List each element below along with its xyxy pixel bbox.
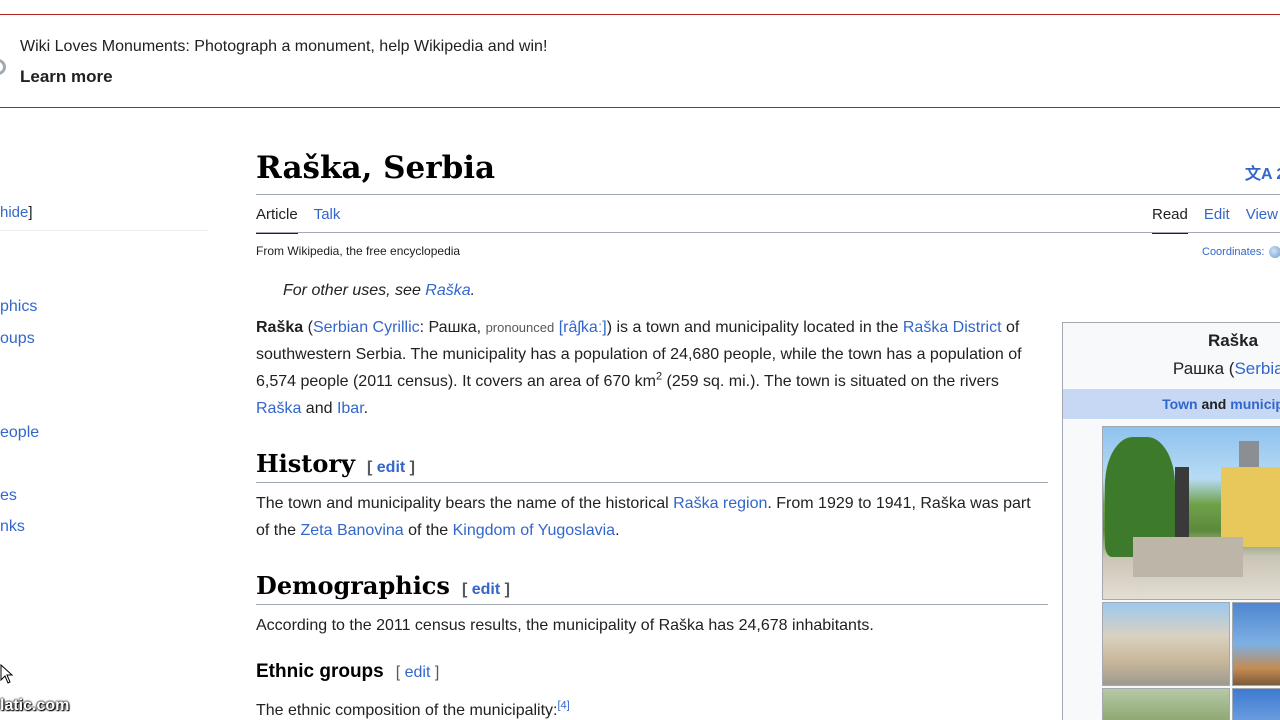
toc-item-demographics[interactable]: phics bbox=[0, 298, 37, 316]
learn-more-link[interactable]: Learn more bbox=[20, 67, 113, 87]
raska-district-link[interactable]: Raška District bbox=[903, 319, 1002, 336]
globe-icon[interactable] bbox=[1269, 246, 1280, 259]
photo-monument-base bbox=[1133, 537, 1243, 577]
infobox-photo-lamp[interactable] bbox=[1232, 602, 1280, 686]
reference-4-link[interactable]: [4] bbox=[557, 700, 569, 712]
languages-count: 2 bbox=[1276, 166, 1280, 183]
infobox-native-name: Рашка (Serbian bbox=[1063, 359, 1280, 379]
history-title: History bbox=[256, 449, 355, 478]
lead-and: and bbox=[301, 400, 337, 417]
history-paragraph: The town and municipality bears the name… bbox=[256, 490, 1046, 544]
demographics-title: Demographics bbox=[256, 571, 450, 600]
view-tabs: Read Edit View bbox=[1152, 206, 1280, 234]
pronounced-label: pronounced bbox=[485, 320, 555, 335]
history-text-1: The town and municipality bears the name… bbox=[256, 495, 674, 512]
lead-end: . bbox=[363, 400, 369, 417]
infobox-photo-river[interactable] bbox=[1102, 688, 1230, 720]
serbian-cyrillic-link[interactable]: Serbian Cyrillic bbox=[313, 319, 420, 336]
infobox-title: Raška bbox=[1207, 331, 1259, 350]
hatnote-link[interactable]: Raška bbox=[425, 282, 470, 299]
demographics-editsection: [ edit ] bbox=[461, 581, 510, 598]
zeta-banovina-link[interactable]: Zeta Banovina bbox=[300, 522, 403, 539]
infobox-serbian-link[interactable]: Serbian bbox=[1234, 359, 1280, 378]
tab-talk[interactable]: Talk bbox=[314, 206, 341, 232]
history-text-3: of the bbox=[403, 522, 453, 539]
site-notice-banner: Wiki Loves Monuments: Photograph a monum… bbox=[0, 14, 1280, 108]
infobox-subheader: Town and municip bbox=[1063, 389, 1280, 419]
toc-item-people[interactable]: eople bbox=[0, 424, 39, 442]
history-edit-link[interactable]: edit bbox=[377, 459, 405, 476]
history-text-4: . bbox=[615, 522, 620, 539]
ethnic-text: The ethnic composition of the municipali… bbox=[256, 702, 558, 719]
banner-message: Wiki Loves Monuments: Photograph a monum… bbox=[20, 38, 548, 55]
toc-bracket: ] bbox=[28, 204, 33, 221]
heading-history: History [ edit ] bbox=[256, 449, 1048, 483]
banner-icon bbox=[0, 59, 6, 75]
lead-bold-name: Raška bbox=[256, 319, 304, 336]
lead-text-1: ) is a town and municipality located in … bbox=[606, 319, 903, 336]
photo-church bbox=[1221, 467, 1280, 547]
history-editsection: [ edit ] bbox=[367, 459, 416, 476]
toc-divider bbox=[0, 230, 208, 231]
namespace-tabs: Article Talk bbox=[256, 206, 356, 234]
tab-edit[interactable]: Edit bbox=[1204, 206, 1230, 232]
page-title: Raška, Serbia bbox=[256, 150, 496, 186]
raska-river-link[interactable]: Raška bbox=[256, 400, 301, 417]
hatnote: For other uses, see Raška. bbox=[283, 282, 475, 300]
language-button[interactable]: 文A 2 bbox=[1245, 160, 1280, 184]
coordinates-label: Coordinates: bbox=[1202, 246, 1265, 258]
ethnic-paragraph: The ethnic composition of the municipali… bbox=[256, 697, 1046, 720]
hatnote-end: . bbox=[470, 282, 476, 299]
kingdom-yugoslavia-link[interactable]: Kingdom of Yugoslavia bbox=[453, 522, 615, 539]
watermark: latic.com bbox=[0, 697, 70, 714]
toc-item-external-links[interactable]: nks bbox=[0, 518, 25, 536]
demographics-paragraph: According to the 2011 census results, th… bbox=[256, 617, 874, 634]
tab-article[interactable]: Article bbox=[256, 206, 298, 234]
tab-read[interactable]: Read bbox=[1152, 206, 1188, 234]
toc-hide-link[interactable]: hide bbox=[0, 204, 28, 221]
ethnic-edit-link[interactable]: edit bbox=[405, 664, 431, 681]
cyrillic-name: Рашка, bbox=[428, 319, 482, 336]
ipa-link[interactable]: [râʃkaː] bbox=[559, 319, 607, 336]
infobox-main-photo[interactable] bbox=[1102, 426, 1280, 600]
heading-ethnic-groups: Ethnic groups [ edit ] bbox=[256, 661, 439, 683]
translate-icon: 文A bbox=[1245, 166, 1272, 183]
ethnic-editsection: [ edit ] bbox=[395, 664, 440, 681]
infobox-photo-street[interactable] bbox=[1102, 602, 1230, 686]
toc-item-references[interactable]: es bbox=[0, 487, 17, 505]
lead-text-3: (259 sq. mi.). The town is situated on t… bbox=[662, 373, 999, 390]
infobox-municipality-link[interactable]: municip bbox=[1230, 396, 1280, 412]
mouse-cursor-icon bbox=[0, 664, 14, 684]
infobox-town-link[interactable]: Town bbox=[1162, 396, 1198, 412]
ibar-river-link[interactable]: Ibar bbox=[337, 400, 364, 417]
heading-demographics: Demographics [ edit ] bbox=[256, 571, 1048, 605]
tabs-divider bbox=[256, 232, 1280, 233]
hatnote-text: For other uses, see bbox=[283, 282, 426, 299]
tagline: From Wikipedia, the free encyclopedia bbox=[256, 244, 461, 258]
toc-toggle: hide] bbox=[0, 204, 33, 221]
infobox-photo-sky[interactable] bbox=[1232, 688, 1280, 720]
infobox-native-text: Рашка ( bbox=[1172, 359, 1235, 378]
lead-paragraph: Raška (Serbian Cyrillic: Рашка, pronounc… bbox=[256, 319, 1022, 417]
coordinates[interactable]: Coordinates: bbox=[1202, 246, 1280, 259]
toc-item-ethnic-groups[interactable]: oups bbox=[0, 330, 35, 348]
infobox-and: and bbox=[1197, 396, 1231, 412]
ethnic-title: Ethnic groups bbox=[256, 661, 384, 682]
raska-region-link[interactable]: Raška region bbox=[673, 495, 767, 512]
demographics-edit-link[interactable]: edit bbox=[472, 581, 500, 598]
title-divider bbox=[256, 194, 1280, 195]
tab-view-history[interactable]: View bbox=[1246, 206, 1278, 232]
infobox: Raška Рашка (Serbian Town and municip bbox=[1062, 322, 1280, 720]
photo-statue bbox=[1175, 467, 1189, 537]
